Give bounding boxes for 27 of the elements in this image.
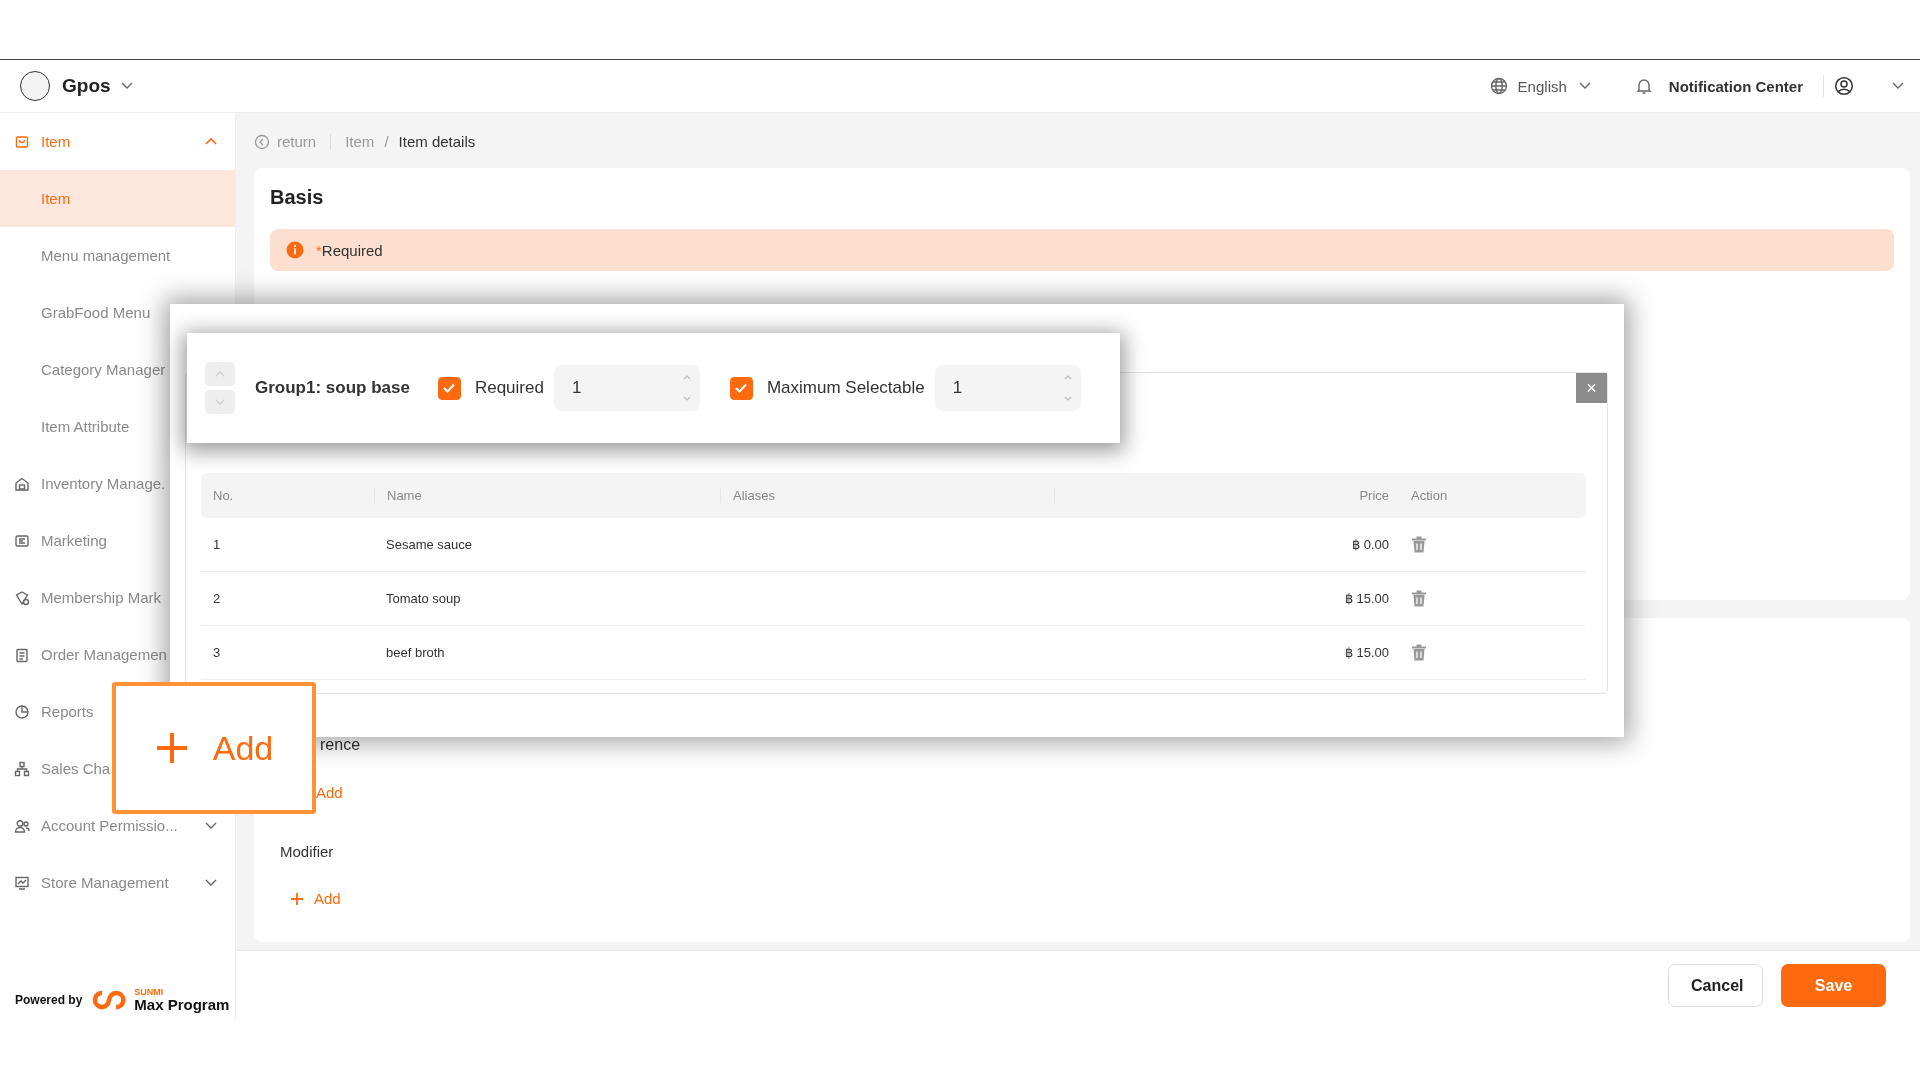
table-cell-text: 1 bbox=[212, 537, 222, 552]
table-cell-text: ฿ 15.00 bbox=[1343, 591, 1390, 606]
section-title: Basis bbox=[270, 186, 325, 209]
checkbox-label: Maximum Selectable bbox=[766, 378, 925, 398]
checkbox-label: Required bbox=[474, 378, 544, 398]
table-cell-text: ฿ 0.00 bbox=[1351, 537, 1390, 552]
powered-by-label: Powered by bbox=[15, 993, 83, 1007]
table-cell-text: Sesame sauce bbox=[385, 537, 473, 552]
column-header: No. bbox=[212, 488, 235, 503]
column-header: Aliases bbox=[720, 488, 1054, 503]
table-cell-text: Tomato soup bbox=[385, 591, 462, 606]
table-cell-text: 3 bbox=[212, 645, 222, 660]
table-cell-text: ฿ 15.00 bbox=[1343, 645, 1390, 660]
column-header: Action bbox=[1410, 488, 1449, 503]
breadcrumb-item: Item details bbox=[398, 133, 476, 150]
column-header: Price bbox=[1054, 488, 1401, 503]
alert-text: *Required bbox=[316, 241, 383, 259]
group-title: Group1: soup base bbox=[255, 378, 410, 398]
breadcrumb-separator: / bbox=[384, 133, 389, 150]
brand-name: Max Program bbox=[134, 997, 230, 1012]
column-header: Name bbox=[374, 488, 720, 503]
table-cell-text: 2 bbox=[212, 591, 222, 606]
brand-caption: SUNMI bbox=[134, 988, 165, 997]
table-cell-text: beef broth bbox=[385, 645, 446, 660]
magnified-add-tooltip: Add bbox=[112, 682, 316, 814]
section-label: rence bbox=[320, 736, 361, 754]
section-label: Modifier bbox=[280, 843, 334, 860]
